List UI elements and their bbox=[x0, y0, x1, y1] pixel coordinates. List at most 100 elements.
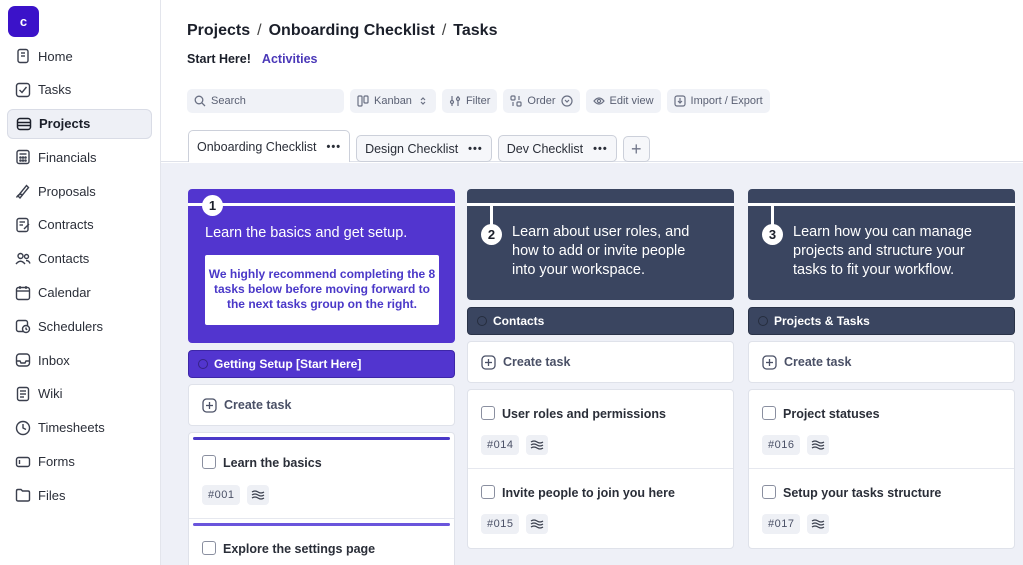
task-group-header[interactable]: Contacts bbox=[467, 307, 734, 335]
sidebar-item-tasks[interactable]: Tasks bbox=[7, 75, 152, 105]
task-title: User roles and permissions bbox=[502, 407, 666, 421]
status-ring-icon bbox=[198, 359, 208, 369]
column-intro: 1 Learn the basics and get setup. We hig… bbox=[188, 189, 455, 343]
sidebar-nav: Home Tasks Projects Financials Proposals… bbox=[7, 41, 152, 514]
search-input[interactable]: Search bbox=[187, 89, 344, 113]
task-checkbox[interactable] bbox=[202, 455, 216, 469]
divider bbox=[771, 203, 774, 225]
tab-onboarding-checklist[interactable]: Onboarding Checklist ••• bbox=[188, 130, 351, 162]
kanban-icon bbox=[357, 95, 369, 107]
sidebar-item-contracts[interactable]: Contracts bbox=[7, 210, 152, 240]
proposals-icon bbox=[15, 183, 31, 200]
task-title: Explore the settings page bbox=[223, 542, 376, 556]
status-ring-icon bbox=[758, 316, 768, 326]
sidebar-item-label: Proposals bbox=[38, 183, 96, 199]
more-icon[interactable]: ••• bbox=[593, 143, 608, 155]
edit-view-button[interactable]: Edit view bbox=[585, 89, 661, 113]
sidebar-item-label: Financials bbox=[38, 149, 97, 165]
sidebar-item-label: Forms bbox=[38, 454, 75, 470]
kanban-column: 1 Learn the basics and get setup. We hig… bbox=[188, 189, 455, 565]
sidebar-item-label: Schedulers bbox=[38, 318, 104, 334]
add-tab-button[interactable]: + bbox=[622, 136, 650, 162]
tab-dev-checklist[interactable]: Dev Checklist ••• bbox=[497, 135, 617, 162]
sidebar-item-files[interactable]: Files bbox=[7, 480, 152, 510]
task-checkbox[interactable] bbox=[762, 406, 776, 420]
priority-icon bbox=[526, 514, 548, 534]
task-list: Project statuses #016 Setup your tasks s… bbox=[748, 389, 1015, 549]
divider bbox=[748, 203, 1015, 206]
create-task-button[interactable]: Create task bbox=[188, 384, 455, 426]
task-checkbox[interactable] bbox=[481, 485, 495, 499]
financials-icon bbox=[15, 149, 31, 165]
import-export-label: Import / Export bbox=[690, 95, 763, 107]
sidebar-item-timesheets[interactable]: Timesheets bbox=[7, 413, 152, 443]
sidebar-item-proposals[interactable]: Proposals bbox=[7, 176, 152, 206]
task-card[interactable]: User roles and permissions #014 bbox=[468, 390, 733, 469]
tab-start-here[interactable]: Start Here! bbox=[187, 52, 251, 66]
view-select-label: Kanban bbox=[374, 95, 412, 107]
task-card[interactable]: Setup your tasks structure #017 bbox=[749, 469, 1014, 548]
inbox-icon bbox=[15, 352, 31, 368]
contacts-icon bbox=[15, 251, 31, 267]
more-icon[interactable]: ••• bbox=[327, 141, 342, 153]
task-group-header[interactable]: Projects & Tasks bbox=[748, 307, 1015, 335]
sidebar-item-calendar[interactable]: Calendar bbox=[7, 278, 152, 308]
breadcrumb-separator: / bbox=[441, 22, 447, 39]
task-card[interactable]: Learn the basics #001 bbox=[189, 433, 454, 519]
task-card[interactable]: Invite people to join you here #015 bbox=[468, 469, 733, 548]
sidebar-item-label: Projects bbox=[39, 116, 91, 132]
tab-activities[interactable]: Activities bbox=[262, 52, 318, 66]
task-group-title: Projects & Tasks bbox=[774, 314, 870, 328]
sidebar-item-wiki[interactable]: Wiki bbox=[7, 379, 152, 409]
edit-view-label: Edit view bbox=[609, 95, 654, 107]
import-export-button[interactable]: Import / Export bbox=[666, 89, 770, 113]
home-icon bbox=[15, 48, 31, 64]
divider bbox=[490, 203, 493, 225]
more-icon[interactable]: ••• bbox=[468, 143, 483, 155]
sidebar-item-label: Files bbox=[38, 487, 66, 503]
forms-icon bbox=[15, 454, 31, 470]
tab-design-checklist[interactable]: Design Checklist ••• bbox=[356, 135, 492, 162]
sidebar-item-schedulers[interactable]: Schedulers bbox=[7, 311, 152, 341]
sidebar-item-forms[interactable]: Forms bbox=[7, 447, 152, 477]
schedulers-icon bbox=[15, 318, 31, 334]
task-checkbox[interactable] bbox=[202, 541, 216, 555]
workspace-logo[interactable]: c bbox=[8, 6, 39, 37]
order-button[interactable]: Order bbox=[503, 89, 580, 113]
create-task-button[interactable]: Create task bbox=[467, 341, 734, 383]
task-checkbox[interactable] bbox=[481, 406, 495, 420]
priority-icon bbox=[526, 435, 548, 455]
sidebar-item-inbox[interactable]: Inbox bbox=[7, 345, 152, 375]
task-group-header[interactable]: Getting Setup [Start Here] bbox=[188, 350, 455, 378]
status-ring-icon bbox=[477, 316, 487, 326]
filter-button[interactable]: Filter bbox=[441, 89, 498, 113]
divider bbox=[467, 203, 734, 206]
card-accent bbox=[193, 523, 450, 526]
task-card[interactable]: Project statuses #016 bbox=[749, 390, 1014, 469]
task-checkbox[interactable] bbox=[762, 485, 776, 499]
sidebar-item-contacts[interactable]: Contacts bbox=[7, 244, 152, 274]
breadcrumb-onboarding-checklist[interactable]: Onboarding Checklist bbox=[269, 22, 435, 40]
sub-tabs: Start Here! Activities bbox=[187, 52, 318, 66]
kanban-board: 1 Learn the basics and get setup. We hig… bbox=[161, 163, 1023, 565]
import-export-icon bbox=[673, 95, 686, 107]
sidebar-item-projects[interactable]: Projects bbox=[7, 108, 152, 139]
kanban-column: 2 Learn about user roles, and how to add… bbox=[467, 189, 734, 549]
step-number: 1 bbox=[202, 195, 223, 216]
plus-square-icon bbox=[762, 354, 777, 370]
sidebar-item-home[interactable]: Home bbox=[7, 41, 152, 71]
sidebar-item-label: Calendar bbox=[38, 285, 91, 301]
page-header: Projects / Onboarding Checklist / Tasks … bbox=[161, 0, 1023, 162]
sidebar-item-financials[interactable]: Financials bbox=[7, 142, 152, 172]
column-intro: 3 Learn how you can manage projects and … bbox=[748, 189, 1015, 300]
breadcrumb-separator: / bbox=[257, 22, 262, 39]
task-id-badge: #016 bbox=[762, 435, 801, 455]
task-id-badge: #015 bbox=[481, 514, 520, 534]
create-task-button[interactable]: Create task bbox=[748, 341, 1015, 383]
order-label: Order bbox=[527, 95, 556, 107]
view-select[interactable]: Kanban bbox=[350, 89, 436, 113]
task-id-badge: #014 bbox=[481, 435, 520, 455]
task-card[interactable]: Explore the settings page bbox=[189, 519, 454, 565]
breadcrumb-projects[interactable]: Projects bbox=[187, 22, 250, 40]
filter-icon bbox=[449, 96, 461, 106]
